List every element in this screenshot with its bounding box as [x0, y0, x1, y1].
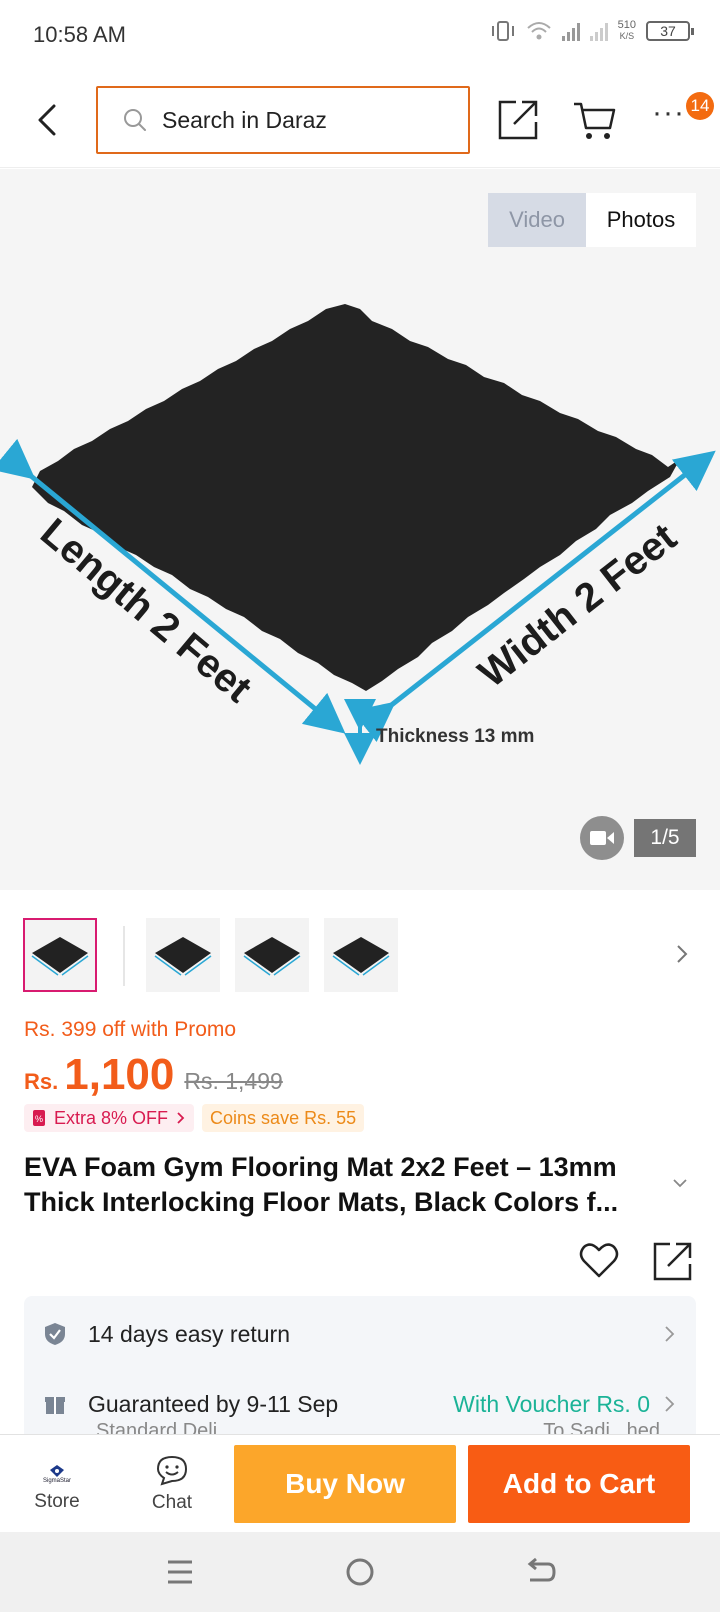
store-logo: SigmaStar: [37, 1455, 77, 1485]
coins-badge[interactable]: Coins save Rs. 55: [202, 1104, 365, 1132]
status-time: 10:58 AM: [33, 22, 126, 47]
status-bar: 10:58 AM 510 K/S 37: [0, 0, 720, 72]
store-logo-mark: [50, 1465, 64, 1477]
page-counter: 1/5: [634, 819, 696, 857]
thumbnail[interactable]: [23, 918, 97, 992]
extra-off-badge[interactable]: % Extra 8% OFF: [24, 1104, 195, 1132]
chevron-right-icon[interactable]: [674, 942, 690, 966]
product-image[interactable]: Length 2 Feet Width 2 Feet Thickness 13 …: [0, 169, 720, 890]
buy-now-button[interactable]: Buy Now: [234, 1445, 456, 1523]
return-row[interactable]: 14 days easy return: [24, 1304, 696, 1364]
chat-label: Chat: [151, 1492, 193, 1513]
voucher-text[interactable]: With Voucher Rs. 0: [453, 1391, 650, 1418]
heart-icon[interactable]: [578, 1240, 620, 1280]
share-icon[interactable]: [652, 1240, 694, 1282]
wifi-icon: [526, 22, 551, 40]
bottom-action-bar: SigmaStar Store Chat Buy Now Add to Cart: [0, 1434, 720, 1532]
tab-photos[interactable]: Photos: [586, 193, 696, 247]
header: Search in Daraz ··· 14: [0, 72, 720, 168]
store-logo-text: SigmaStar: [42, 1478, 71, 1484]
image-counter: 1/5: [580, 816, 696, 860]
store-label: Store: [34, 1491, 80, 1512]
service-info: 14 days easy return Guaranteed by 9-11 S…: [24, 1296, 696, 1436]
vibrate-icon: [491, 21, 514, 41]
price-row: Rs. 1,100 Rs. 1,499: [24, 1050, 283, 1100]
coins-label: Coins save Rs. 55: [210, 1107, 357, 1128]
status-icons: 510 K/S 37: [490, 19, 694, 42]
badge-row: % Extra 8% OFF Coins save Rs. 55: [24, 1104, 365, 1132]
thumbnail[interactable]: [146, 918, 220, 992]
back-icon[interactable]: [518, 1550, 562, 1594]
delivery-text: Guaranteed by 9-11 Sep: [88, 1390, 339, 1417]
home-icon[interactable]: [338, 1550, 382, 1594]
return-text: 14 days easy return: [88, 1320, 291, 1347]
chevron-right-icon: [665, 1396, 675, 1412]
notification-badge: 14: [686, 92, 714, 120]
network-speed: 510 K/S: [617, 19, 636, 42]
add-to-cart-button[interactable]: Add to Cart: [468, 1445, 690, 1523]
signal-icon: [561, 21, 580, 41]
thumbnail[interactable]: [235, 918, 309, 992]
svg-text:%: %: [35, 1114, 43, 1124]
search-icon: [124, 109, 146, 131]
thickness-label: Thickness 13 mm: [376, 726, 534, 747]
promo-text: Rs. 399 off with Promo: [24, 1018, 237, 1041]
search-placeholder: Search in Daraz: [162, 106, 327, 133]
media-toggle: Video Photos: [488, 193, 696, 247]
signal-icon-2: [589, 21, 608, 41]
cart-icon[interactable]: [572, 98, 618, 142]
shield-check-icon: [45, 1323, 65, 1345]
thumbnail[interactable]: [324, 918, 398, 992]
price-currency: Rs.: [24, 1069, 59, 1094]
search-input[interactable]: Search in Daraz: [96, 86, 470, 154]
back-arrow-icon[interactable]: [30, 100, 66, 140]
share-icon[interactable]: [496, 98, 540, 142]
product-image-gallery[interactable]: Length 2 Feet Width 2 Feet Thickness 13 …: [0, 169, 720, 890]
chevron-right-icon: [665, 1326, 675, 1342]
chat-icon: [156, 1455, 188, 1486]
store-button[interactable]: SigmaStar Store: [2, 1435, 112, 1533]
battery-icon: 37: [646, 21, 694, 41]
chevron-right-icon: [177, 1112, 185, 1124]
system-nav-bar: [0, 1532, 720, 1612]
thumbnail-strip: [0, 916, 720, 996]
tab-video[interactable]: Video: [488, 193, 586, 247]
price-value: 1,100: [64, 1050, 175, 1099]
chevron-down-icon[interactable]: [670, 1176, 690, 1190]
original-price: Rs. 1,499: [184, 1068, 283, 1094]
chat-button[interactable]: Chat: [117, 1435, 227, 1533]
divider: [123, 926, 125, 986]
extra-off-label: Extra 8% OFF: [54, 1107, 169, 1128]
video-camera-icon[interactable]: [580, 816, 624, 860]
gift-box-icon: [45, 1397, 65, 1414]
product-title: EVA Foam Gym Flooring Mat 2x2 Feet – 13m…: [24, 1152, 619, 1217]
voucher-icon: %: [33, 1110, 45, 1126]
menu-icon[interactable]: [158, 1550, 202, 1594]
